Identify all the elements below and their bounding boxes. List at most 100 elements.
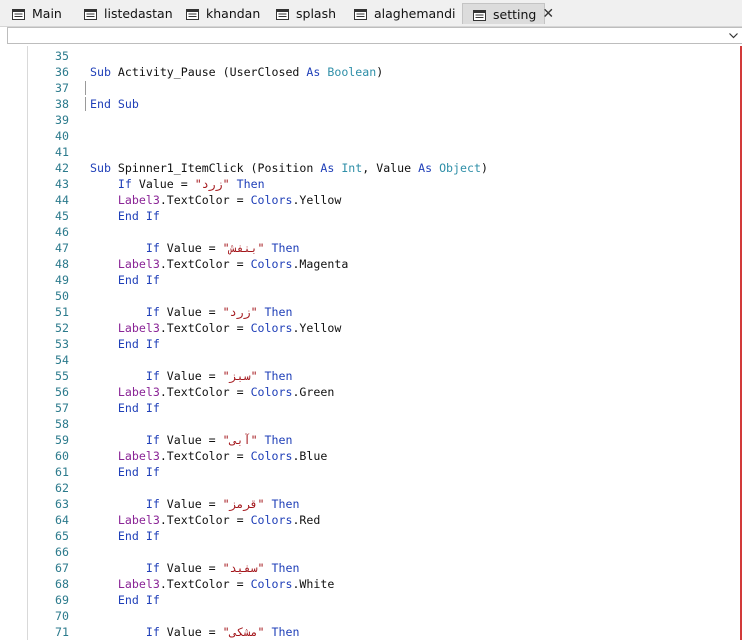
tab-khandan[interactable]: khandan xyxy=(176,3,264,24)
code-line[interactable]: 36 Sub Activity_Pause (UserClosed As Bool… xyxy=(28,64,738,80)
code-line[interactable]: 58 xyxy=(28,416,738,432)
code-token: Colors xyxy=(250,513,293,527)
code-token: Then xyxy=(236,177,265,191)
code-line[interactable]: 37 xyxy=(28,80,738,96)
code-token: Value = xyxy=(159,561,223,575)
code-text: Label3.TextColor = Colors.White xyxy=(90,576,334,592)
code-line[interactable]: 35 xyxy=(28,48,738,64)
code-module-icon xyxy=(354,8,367,20)
code-line[interactable]: 68 Label3.TextColor = Colors.White xyxy=(28,576,738,592)
code-text: If Value = "سفید" Then xyxy=(90,560,300,576)
code-line[interactable]: 38 End Sub xyxy=(28,96,738,112)
tab-label: alaghemandi xyxy=(374,6,456,21)
close-tab-icon[interactable]: ✕ xyxy=(542,7,554,21)
tab-alaghemandi[interactable]: alaghemandi xyxy=(344,3,456,24)
code-line[interactable]: 65 End If xyxy=(28,528,738,544)
code-token: "آبی" xyxy=(222,433,258,447)
code-line[interactable]: 55 If Value = "سبز" Then xyxy=(28,368,738,384)
code-text: End If xyxy=(90,336,160,352)
code-text: End If xyxy=(90,592,160,608)
code-line[interactable]: 41 xyxy=(28,144,738,160)
code-token: "زرد" xyxy=(222,305,258,319)
code-line[interactable]: 54 xyxy=(28,352,738,368)
code-token: .Blue xyxy=(292,449,328,463)
code-line[interactable]: 61 End If xyxy=(28,464,738,480)
code-text: End If xyxy=(90,208,160,224)
line-number: 44 xyxy=(55,193,69,207)
code-line[interactable]: 52 Label3.TextColor = Colors.Yellow xyxy=(28,320,738,336)
chevron-down-icon[interactable] xyxy=(729,28,738,42)
code-line[interactable]: 42 Sub Spinner1_ItemClick (Position As In… xyxy=(28,160,738,176)
line-number: 67 xyxy=(55,561,69,575)
line-number: 57 xyxy=(55,401,69,415)
code-token: If xyxy=(145,561,160,575)
code-line[interactable]: 70 xyxy=(28,608,738,624)
code-line[interactable]: 57 End If xyxy=(28,400,738,416)
code-token: "قرمز" xyxy=(222,497,265,511)
code-token: Value = xyxy=(159,241,223,255)
tab-listedastan[interactable]: listedastan xyxy=(74,3,174,24)
code-line[interactable]: 46 xyxy=(28,224,738,240)
code-line[interactable]: 50 xyxy=(28,288,738,304)
code-token: .TextColor = xyxy=(159,513,251,527)
code-line[interactable]: 48 Label3.TextColor = Colors.Magenta xyxy=(28,256,738,272)
code-token: If xyxy=(145,241,160,255)
code-line[interactable]: 66 xyxy=(28,544,738,560)
code-line[interactable]: 62 xyxy=(28,480,738,496)
code-token: Sub xyxy=(90,161,111,175)
code-line[interactable]: 53 End If xyxy=(28,336,738,352)
code-token: "بنفش" xyxy=(222,241,265,255)
code-line[interactable]: 56 Label3.TextColor = Colors.Green xyxy=(28,384,738,400)
code-token: End If xyxy=(117,337,160,351)
code-token: End If xyxy=(117,593,160,607)
code-line[interactable]: 71 If Value = "مشکی" Then xyxy=(28,624,738,640)
code-text: If Value = "زرد" Then xyxy=(90,304,293,320)
code-token: Label3 xyxy=(117,449,160,463)
code-line[interactable]: 67 If Value = "سفید" Then xyxy=(28,560,738,576)
code-token: Colors xyxy=(250,577,293,591)
code-token: Colors xyxy=(250,257,293,271)
code-token: .White xyxy=(292,577,335,591)
sub-selector-dropdown[interactable] xyxy=(7,27,742,44)
code-text: Label3.TextColor = Colors.Blue xyxy=(90,448,327,464)
code-line[interactable]: 44 Label3.TextColor = Colors.Yellow xyxy=(28,192,738,208)
tab-setting[interactable]: setting ✕ xyxy=(462,3,554,24)
code-text: Label3.TextColor = Colors.Yellow xyxy=(90,320,341,336)
code-line[interactable]: 64 Label3.TextColor = Colors.Red xyxy=(28,512,738,528)
code-token: .Red xyxy=(292,513,321,527)
code-module-icon xyxy=(186,8,199,20)
code-token: Label3 xyxy=(117,513,160,527)
code-text: If Value = "بنفش" Then xyxy=(90,240,300,256)
code-line[interactable]: 63 If Value = "قرمز" Then xyxy=(28,496,738,512)
fold-guide xyxy=(85,97,89,111)
code-line[interactable]: 45 End If xyxy=(28,208,738,224)
code-line[interactable]: 49 End If xyxy=(28,272,738,288)
code-line[interactable]: 40 xyxy=(28,128,738,144)
tab-main[interactable]: Main xyxy=(2,3,72,24)
code-module-icon xyxy=(473,9,486,21)
code-module-icon xyxy=(12,8,25,20)
code-token: Label3 xyxy=(117,577,160,591)
code-line[interactable]: 60 Label3.TextColor = Colors.Blue xyxy=(28,448,738,464)
code-line[interactable]: 43 If Value = "زرد" Then xyxy=(28,176,738,192)
code-line[interactable]: 47 If Value = "بنفش" Then xyxy=(28,240,738,256)
code-token: Colors xyxy=(250,385,293,399)
code-text: End Sub xyxy=(90,96,139,112)
code-text: If Value = "سبز" Then xyxy=(90,368,293,384)
code-text: If Value = "مشکی" Then xyxy=(90,624,300,640)
code-text: Sub Spinner1_ItemClick (Position As Int,… xyxy=(90,160,488,176)
code-editor[interactable]: 35 36 Sub Activity_Pause (UserClosed As Bo… xyxy=(27,46,742,640)
code-line[interactable]: 39 xyxy=(28,112,738,128)
code-line[interactable]: 51 If Value = "زرد" Then xyxy=(28,304,738,320)
code-line[interactable]: 59 If Value = "آبی" Then xyxy=(28,432,738,448)
code-line[interactable]: 69 End If xyxy=(28,592,738,608)
tab-splash[interactable]: splash xyxy=(266,3,342,24)
